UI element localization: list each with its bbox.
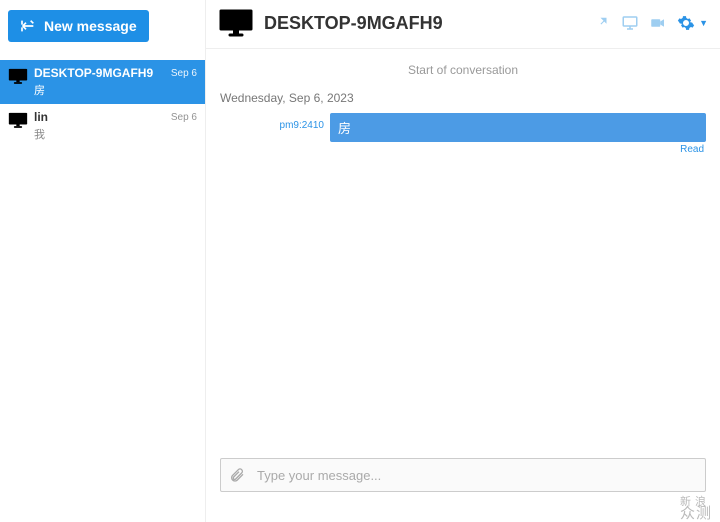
conversation-title: lin bbox=[34, 110, 161, 124]
conversation-item[interactable]: DESKTOP-9MGAFH9 房 Sep 6 bbox=[0, 60, 205, 104]
monitor-icon bbox=[218, 8, 254, 38]
date-header: Wednesday, Sep 6, 2023 bbox=[220, 91, 706, 105]
chat-pane: DESKTOP-9MGAFH9 ▼ Start of conversation … bbox=[206, 0, 720, 522]
new-message-label: New message bbox=[44, 18, 137, 34]
conversation-date: Sep 6 bbox=[171, 112, 197, 123]
attachment-icon[interactable] bbox=[229, 467, 245, 483]
monitor-icon bbox=[8, 68, 28, 84]
conversation-title: DESKTOP-9MGAFH9 bbox=[34, 66, 161, 80]
conversation-item[interactable]: lin 我 Sep 6 bbox=[0, 104, 205, 148]
message-status: Read bbox=[220, 144, 706, 155]
chat-body: Start of conversation Wednesday, Sep 6, … bbox=[206, 49, 720, 450]
video-icon[interactable] bbox=[649, 14, 667, 32]
new-message-button[interactable]: New message bbox=[8, 10, 149, 42]
conversation-list: DESKTOP-9MGAFH9 房 Sep 6 lin 我 Sep 6 bbox=[0, 60, 205, 522]
message-input[interactable] bbox=[253, 460, 705, 491]
message-time: pm9:2410 bbox=[220, 113, 330, 142]
message-row: pm9:2410 房 bbox=[220, 113, 706, 142]
message-bubble[interactable]: 房 bbox=[330, 113, 706, 142]
gear-icon[interactable] bbox=[677, 14, 695, 32]
share-icon[interactable] bbox=[593, 14, 611, 32]
compose-icon bbox=[20, 18, 36, 34]
chat-title: DESKTOP-9MGAFH9 bbox=[264, 13, 583, 34]
start-of-conversation-label: Start of conversation bbox=[220, 63, 706, 77]
monitor-icon bbox=[8, 112, 28, 128]
message-input-box bbox=[220, 458, 706, 492]
sidebar: New message DESKTOP-9MGAFH9 房 Sep 6 lin … bbox=[0, 0, 206, 522]
screen-share-icon[interactable] bbox=[621, 14, 639, 32]
conversation-date: Sep 6 bbox=[171, 68, 197, 79]
chevron-down-icon[interactable]: ▼ bbox=[699, 18, 708, 28]
chat-header: DESKTOP-9MGAFH9 ▼ bbox=[206, 0, 720, 49]
conversation-preview: 房 bbox=[34, 82, 161, 98]
conversation-preview: 我 bbox=[34, 126, 161, 142]
